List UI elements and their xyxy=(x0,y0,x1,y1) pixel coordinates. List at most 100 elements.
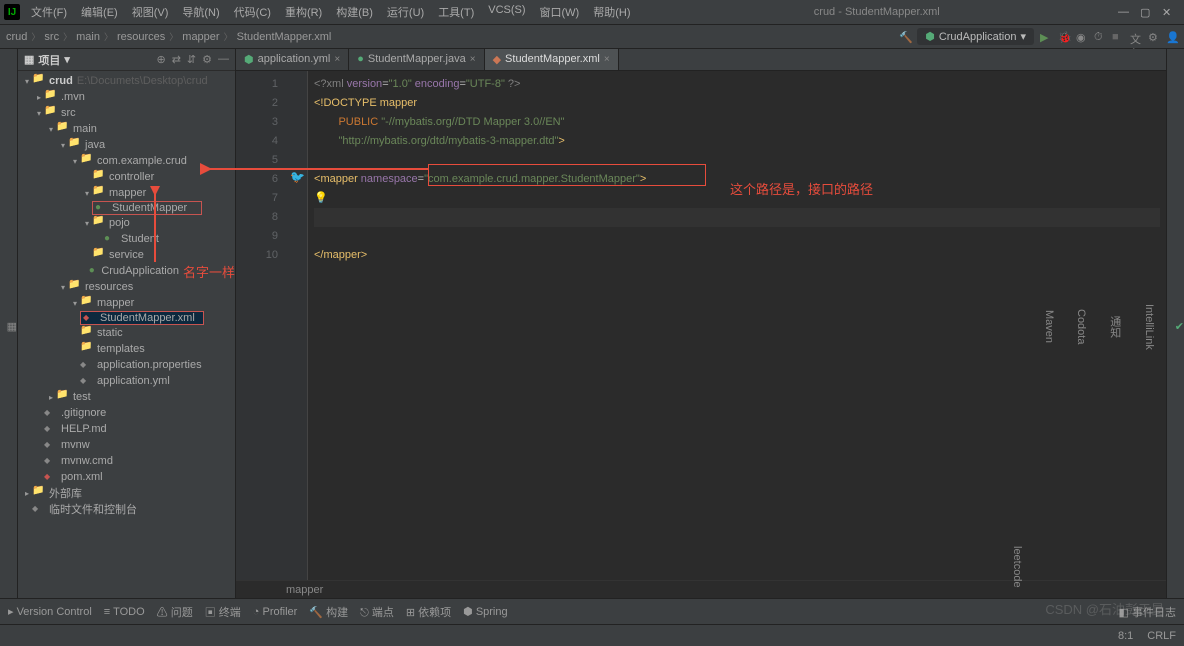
collapse-icon[interactable]: ⇵ xyxy=(187,53,196,66)
bottom-toolbar[interactable]: ▸ Version Control ≡ TODO ⚠ 问题 ▣ 终端 ◔ Pro… xyxy=(0,598,1184,624)
close-icon[interactable]: × xyxy=(334,54,340,65)
menu-tools[interactable]: 工具(T) xyxy=(433,2,479,22)
menu-vcs[interactable]: VCS(S) xyxy=(483,2,530,22)
avatar-icon[interactable]: 👤 xyxy=(1166,31,1178,43)
menu-file[interactable]: 文件(F) xyxy=(26,2,72,22)
crumb-src[interactable]: src xyxy=(44,31,59,43)
tree-crudapp[interactable]: CrudApplication名字一样 xyxy=(18,263,235,279)
menu-run[interactable]: 运行(U) xyxy=(382,2,429,22)
menu-help[interactable]: 帮助(H) xyxy=(588,2,635,22)
profile-button[interactable]: ⏱ xyxy=(1094,31,1106,43)
tab-student-mapper-java[interactable]: ●StudentMapper.java× xyxy=(349,49,484,70)
tree-controller[interactable]: controller xyxy=(18,169,235,185)
project-tree[interactable]: ▾crudE:\Documets\Desktop\crud ▸.mvn ▾src… xyxy=(18,71,235,598)
main-menu[interactable]: 文件(F) 编辑(E) 视图(V) 导航(N) 代码(C) 重构(R) 构建(B… xyxy=(26,2,636,22)
annotation-text-path: 这个路径是，接口的路径 xyxy=(730,180,873,199)
tree-templates[interactable]: templates xyxy=(18,341,235,357)
gutter-nav-icon[interactable]: 🐦 xyxy=(290,168,305,187)
tree-resources[interactable]: ▾resources xyxy=(18,279,235,295)
crumb-main[interactable]: main xyxy=(76,31,100,43)
tree-mvnwcmd[interactable]: mvnw.cmd xyxy=(18,453,235,469)
tab-student-mapper-xml[interactable]: ◆StudentMapper.xml× xyxy=(485,49,619,70)
tree-mapper-res[interactable]: ▾mapper xyxy=(18,295,235,311)
crumb-mapper[interactable]: mapper xyxy=(182,31,219,43)
run-config-label: CrudApplication xyxy=(939,31,1017,43)
stop-button[interactable]: ■ xyxy=(1112,31,1124,43)
coverage-button[interactable]: ◉ xyxy=(1076,31,1088,43)
tree-main[interactable]: ▾main xyxy=(18,121,235,137)
bulb-icon[interactable]: 💡 xyxy=(314,192,328,204)
menu-window[interactable]: 窗口(W) xyxy=(535,2,585,22)
menu-refactor[interactable]: 重构(R) xyxy=(280,2,327,22)
terminal-tab[interactable]: ▣ 终端 xyxy=(205,604,241,620)
tree-java[interactable]: ▾java xyxy=(18,137,235,153)
tree-root[interactable]: ▾crudE:\Documets\Desktop\crud xyxy=(18,73,235,89)
tree-app-yml[interactable]: application.yml xyxy=(18,373,235,389)
minimize-button[interactable]: — xyxy=(1118,6,1130,18)
tree-test[interactable]: ▸test xyxy=(18,389,235,405)
dependencies-tab[interactable]: ⊞ 依赖项 xyxy=(406,604,451,620)
tree-src[interactable]: ▾src xyxy=(18,105,235,121)
maximize-button[interactable]: ▢ xyxy=(1140,6,1152,18)
tree-pkg[interactable]: ▾com.example.crud xyxy=(18,153,235,169)
close-icon[interactable]: × xyxy=(604,54,610,65)
tree-mvn[interactable]: ▸.mvn xyxy=(18,89,235,105)
debug-button[interactable]: 🐞 xyxy=(1058,31,1070,43)
spring-tab[interactable]: ⬢ Spring xyxy=(463,605,507,618)
select-file-icon[interactable]: ⊕ xyxy=(156,53,165,66)
tree-help[interactable]: HELP.md xyxy=(18,421,235,437)
hide-icon[interactable]: — xyxy=(218,53,229,66)
crumb-resources[interactable]: resources xyxy=(117,31,165,43)
editor-breadcrumb[interactable]: mapper xyxy=(236,580,1166,598)
tree-ext-lib[interactable]: ▸外部库 xyxy=(18,485,235,501)
tree-scratch[interactable]: 临时文件和控制台 xyxy=(18,501,235,517)
tree-pom[interactable]: pom.xml xyxy=(18,469,235,485)
tree-student[interactable]: Student xyxy=(18,231,235,247)
tree-student-mapper-xml[interactable]: StudentMapper.xml xyxy=(80,311,204,325)
menu-navigate[interactable]: 导航(N) xyxy=(177,2,224,22)
crumb-project[interactable]: crud xyxy=(6,31,27,43)
build-tab[interactable]: 🔨 构建 xyxy=(309,604,348,620)
line-numbers: 12345678910 xyxy=(236,71,286,580)
status-encoding[interactable]: CRLF xyxy=(1147,630,1176,642)
menu-build[interactable]: 构建(B) xyxy=(331,2,378,22)
expand-icon[interactable]: ⇄ xyxy=(172,53,181,66)
problems-tab[interactable]: ⚠ 问题 xyxy=(157,604,193,620)
tree-mapper-pkg[interactable]: ▾mapper xyxy=(18,185,235,201)
crumb-file[interactable]: StudentMapper.xml xyxy=(237,31,332,43)
menu-code[interactable]: 代码(C) xyxy=(229,2,276,22)
project-tool-tab[interactable]: ▦ xyxy=(7,320,17,333)
build-icon[interactable]: 🔨 xyxy=(899,31,911,43)
tree-student-mapper-iface[interactable]: StudentMapper xyxy=(92,201,202,215)
tab-app-yml[interactable]: ⬢application.yml× xyxy=(236,49,349,70)
todo-tab[interactable]: ≡ TODO xyxy=(104,606,145,618)
window-title: crud - StudentMapper.xml xyxy=(636,6,1118,18)
menu-edit[interactable]: 编辑(E) xyxy=(76,2,123,22)
left-gutter[interactable]: ▦ 结构 Bookmarks xyxy=(0,49,18,598)
profiler-tab[interactable]: ◔ Profiler xyxy=(253,606,298,618)
tree-pojo[interactable]: ▾pojo xyxy=(18,215,235,231)
translate-icon[interactable]: 文A xyxy=(1130,31,1142,43)
run-button[interactable]: ▶ xyxy=(1040,31,1052,43)
chevron-down-icon[interactable]: ▾ xyxy=(64,53,70,66)
settings-icon[interactable]: ⚙ xyxy=(1148,31,1160,43)
right-gutter[interactable]: ✔ IntelliLink 通知 Codota Maven leetcode xyxy=(1166,49,1184,598)
tree-mvnw[interactable]: mvnw xyxy=(18,437,235,453)
endpoints-tab[interactable]: ⎋ 端点 xyxy=(360,604,394,620)
editor-tabs[interactable]: ⬢application.yml× ●StudentMapper.java× ◆… xyxy=(236,49,1166,71)
tree-app-props[interactable]: application.properties xyxy=(18,357,235,373)
tree-gitignore[interactable]: .gitignore xyxy=(18,405,235,421)
code-editor[interactable]: 🐦 <?xml version="1.0" encoding="UTF-8" ?… xyxy=(308,71,1166,580)
title-bar: IJ 文件(F) 编辑(E) 视图(V) 导航(N) 代码(C) 重构(R) 构… xyxy=(0,0,1184,25)
close-button[interactable]: ✕ xyxy=(1162,6,1174,18)
close-icon[interactable]: × xyxy=(470,54,476,65)
menu-view[interactable]: 视图(V) xyxy=(127,2,174,22)
run-config-dropdown[interactable]: ⬢ CrudApplication ▾ xyxy=(917,28,1034,45)
breadcrumb[interactable]: crud〉 src〉 main〉 resources〉 mapper〉 Stud… xyxy=(6,30,331,43)
gutter-icons[interactable] xyxy=(286,71,308,580)
status-position[interactable]: 8:1 xyxy=(1118,630,1133,642)
check-icon[interactable]: ✔ xyxy=(1175,320,1184,333)
gear-icon[interactable]: ⚙ xyxy=(202,53,212,66)
tree-static[interactable]: static xyxy=(18,325,235,341)
vcs-tab[interactable]: ▸ Version Control xyxy=(8,605,92,618)
